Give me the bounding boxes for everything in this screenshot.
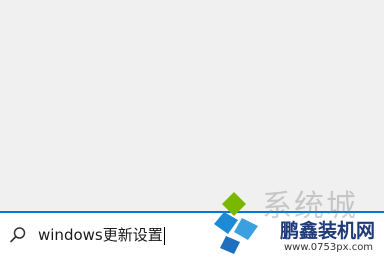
search-query-text: windows更新设置 <box>38 226 163 244</box>
search-input[interactable]: windows更新设置 <box>38 221 218 249</box>
search-icon <box>9 226 27 244</box>
search-window: windows更新设置 系统城 鹏鑫装机网 www.0753px.com <box>0 0 384 256</box>
text-caret <box>163 226 165 245</box>
search-bar[interactable]: windows更新设置 <box>0 211 384 256</box>
search-results-area <box>0 0 384 211</box>
